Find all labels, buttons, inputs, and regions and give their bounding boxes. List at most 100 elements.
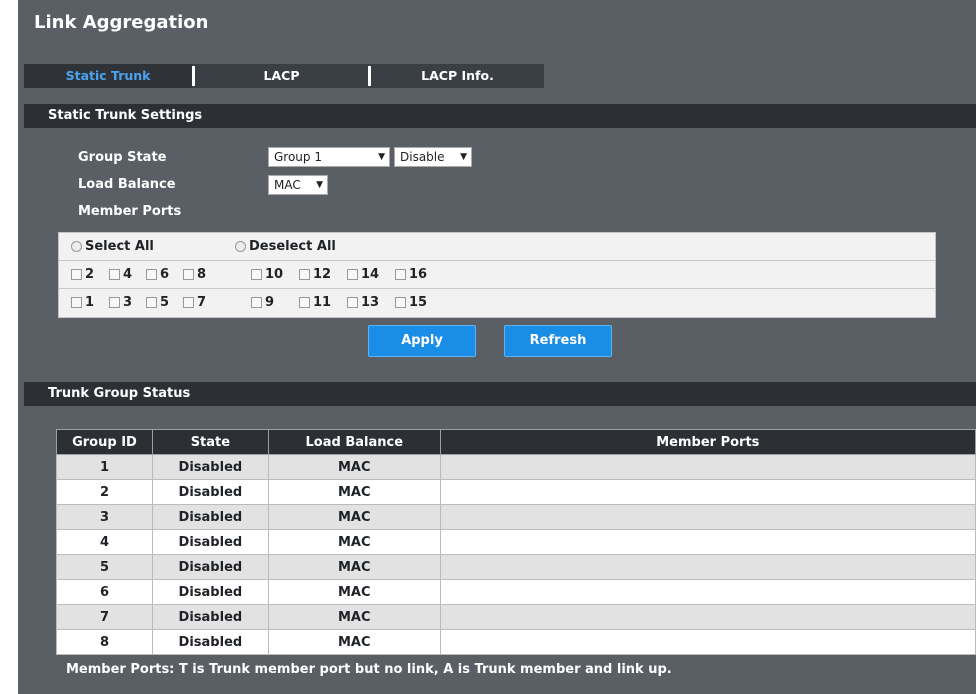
load-balance-select[interactable]: MAC ▼ xyxy=(268,175,328,195)
chevron-down-icon: ▼ xyxy=(378,152,385,162)
column-header-group-id: Group ID xyxy=(56,429,153,455)
member-ports-cell xyxy=(439,504,976,530)
state-select-value: Disable xyxy=(400,150,445,164)
state-cell: Disabled xyxy=(151,579,269,605)
port-14-label: 14 xyxy=(361,267,380,282)
load-balance-cell: MAC xyxy=(267,554,441,580)
port-10-checkbox[interactable] xyxy=(251,269,262,280)
group-select[interactable]: Group 1 ▼ xyxy=(268,147,390,167)
port-8-checkbox[interactable] xyxy=(183,269,194,280)
group-state-label: Group State xyxy=(78,150,167,165)
table-row: 5 Disabled MAC xyxy=(56,554,976,580)
load-balance-select-value: MAC xyxy=(274,178,301,192)
port-3-checkbox[interactable] xyxy=(109,297,120,308)
port-8-label: 8 xyxy=(197,267,207,282)
port-13-checkbox[interactable] xyxy=(347,297,358,308)
table-row: 7 Disabled MAC xyxy=(56,604,976,630)
port-4-label: 4 xyxy=(123,267,133,282)
column-header-load-balance: Load Balance xyxy=(267,429,441,455)
group-id-cell: 2 xyxy=(56,479,153,505)
member-ports-footnote: Member Ports: T is Trunk member port but… xyxy=(66,662,672,677)
state-cell: Disabled xyxy=(151,554,269,580)
member-ports-cell xyxy=(439,554,976,580)
load-balance-cell: MAC xyxy=(267,454,441,480)
tab-static-trunk[interactable]: Static Trunk xyxy=(24,64,193,88)
table-row: 4 Disabled MAC xyxy=(56,529,976,555)
port-13-label: 13 xyxy=(361,295,380,310)
refresh-button[interactable]: Refresh xyxy=(504,325,612,357)
load-balance-cell: MAC xyxy=(267,629,441,655)
state-cell: Disabled xyxy=(151,504,269,530)
table-row: 8 Disabled MAC xyxy=(56,629,976,655)
even-ports-row: 2 4 6 8 10 12 14 16 xyxy=(59,261,935,289)
port-3-label: 3 xyxy=(123,295,133,310)
port-16-label: 16 xyxy=(409,267,428,282)
group-select-value: Group 1 xyxy=(274,150,322,164)
port-14-checkbox[interactable] xyxy=(347,269,358,280)
group-id-cell: 1 xyxy=(56,454,153,480)
state-cell: Disabled xyxy=(151,479,269,505)
port-5-label: 5 xyxy=(160,295,170,310)
load-balance-label: Load Balance xyxy=(78,177,176,192)
select-all-radio[interactable] xyxy=(71,241,82,252)
column-header-state: State xyxy=(151,429,269,455)
port-1-checkbox[interactable] xyxy=(71,297,82,308)
trunk-group-status-header: Trunk Group Status xyxy=(24,382,976,406)
port-16-checkbox[interactable] xyxy=(395,269,406,280)
select-all-label: Select All xyxy=(85,239,154,254)
group-id-cell: 5 xyxy=(56,554,153,580)
chevron-down-icon: ▼ xyxy=(460,152,467,162)
state-cell: Disabled xyxy=(151,629,269,655)
member-ports-cell xyxy=(439,604,976,630)
trunk-group-status-table: Group ID State Load Balance Member Ports… xyxy=(56,429,976,655)
port-5-checkbox[interactable] xyxy=(146,297,157,308)
column-header-member-ports: Member Ports xyxy=(439,429,976,455)
table-row: 6 Disabled MAC xyxy=(56,579,976,605)
deselect-all-label: Deselect All xyxy=(249,239,336,254)
port-11-checkbox[interactable] xyxy=(299,297,310,308)
port-15-checkbox[interactable] xyxy=(395,297,406,308)
load-balance-cell: MAC xyxy=(267,529,441,555)
load-balance-cell: MAC xyxy=(267,479,441,505)
table-header-row: Group ID State Load Balance Member Ports xyxy=(56,429,976,455)
port-7-label: 7 xyxy=(197,295,207,310)
table-row: 3 Disabled MAC xyxy=(56,504,976,530)
member-ports-box: Select All Deselect All 2 4 6 8 10 12 14… xyxy=(58,232,936,318)
table-row: 1 Disabled MAC xyxy=(56,454,976,480)
page-title: Link Aggregation xyxy=(34,12,209,33)
group-id-cell: 4 xyxy=(56,529,153,555)
port-2-checkbox[interactable] xyxy=(71,269,82,280)
select-row: Select All Deselect All xyxy=(59,233,935,261)
state-cell: Disabled xyxy=(151,604,269,630)
group-id-cell: 3 xyxy=(56,504,153,530)
odd-ports-row: 1 3 5 7 9 11 13 15 xyxy=(59,289,935,317)
group-id-cell: 7 xyxy=(56,604,153,630)
port-12-label: 12 xyxy=(313,267,332,282)
tab-lacp[interactable]: LACP xyxy=(195,64,368,88)
port-7-checkbox[interactable] xyxy=(183,297,194,308)
member-ports-cell xyxy=(439,479,976,505)
load-balance-cell: MAC xyxy=(267,604,441,630)
state-cell: Disabled xyxy=(151,454,269,480)
port-6-label: 6 xyxy=(160,267,170,282)
tab-bar: Static Trunk LACP LACP Info. xyxy=(24,64,544,88)
chevron-down-icon: ▼ xyxy=(316,180,323,190)
port-9-checkbox[interactable] xyxy=(251,297,262,308)
member-ports-cell xyxy=(439,579,976,605)
link-aggregation-panel: Link Aggregation Static Trunk LACP LACP … xyxy=(18,0,976,694)
state-cell: Disabled xyxy=(151,529,269,555)
tab-lacp-info[interactable]: LACP Info. xyxy=(371,64,544,88)
state-select[interactable]: Disable ▼ xyxy=(394,147,472,167)
member-ports-label: Member Ports xyxy=(78,204,182,219)
group-id-cell: 8 xyxy=(56,629,153,655)
port-10-label: 10 xyxy=(265,267,284,282)
port-15-label: 15 xyxy=(409,295,428,310)
port-4-checkbox[interactable] xyxy=(109,269,120,280)
load-balance-cell: MAC xyxy=(267,579,441,605)
port-12-checkbox[interactable] xyxy=(299,269,310,280)
member-ports-cell xyxy=(439,454,976,480)
port-6-checkbox[interactable] xyxy=(146,269,157,280)
apply-button[interactable]: Apply xyxy=(368,325,476,357)
deselect-all-radio[interactable] xyxy=(235,241,246,252)
load-balance-cell: MAC xyxy=(267,504,441,530)
